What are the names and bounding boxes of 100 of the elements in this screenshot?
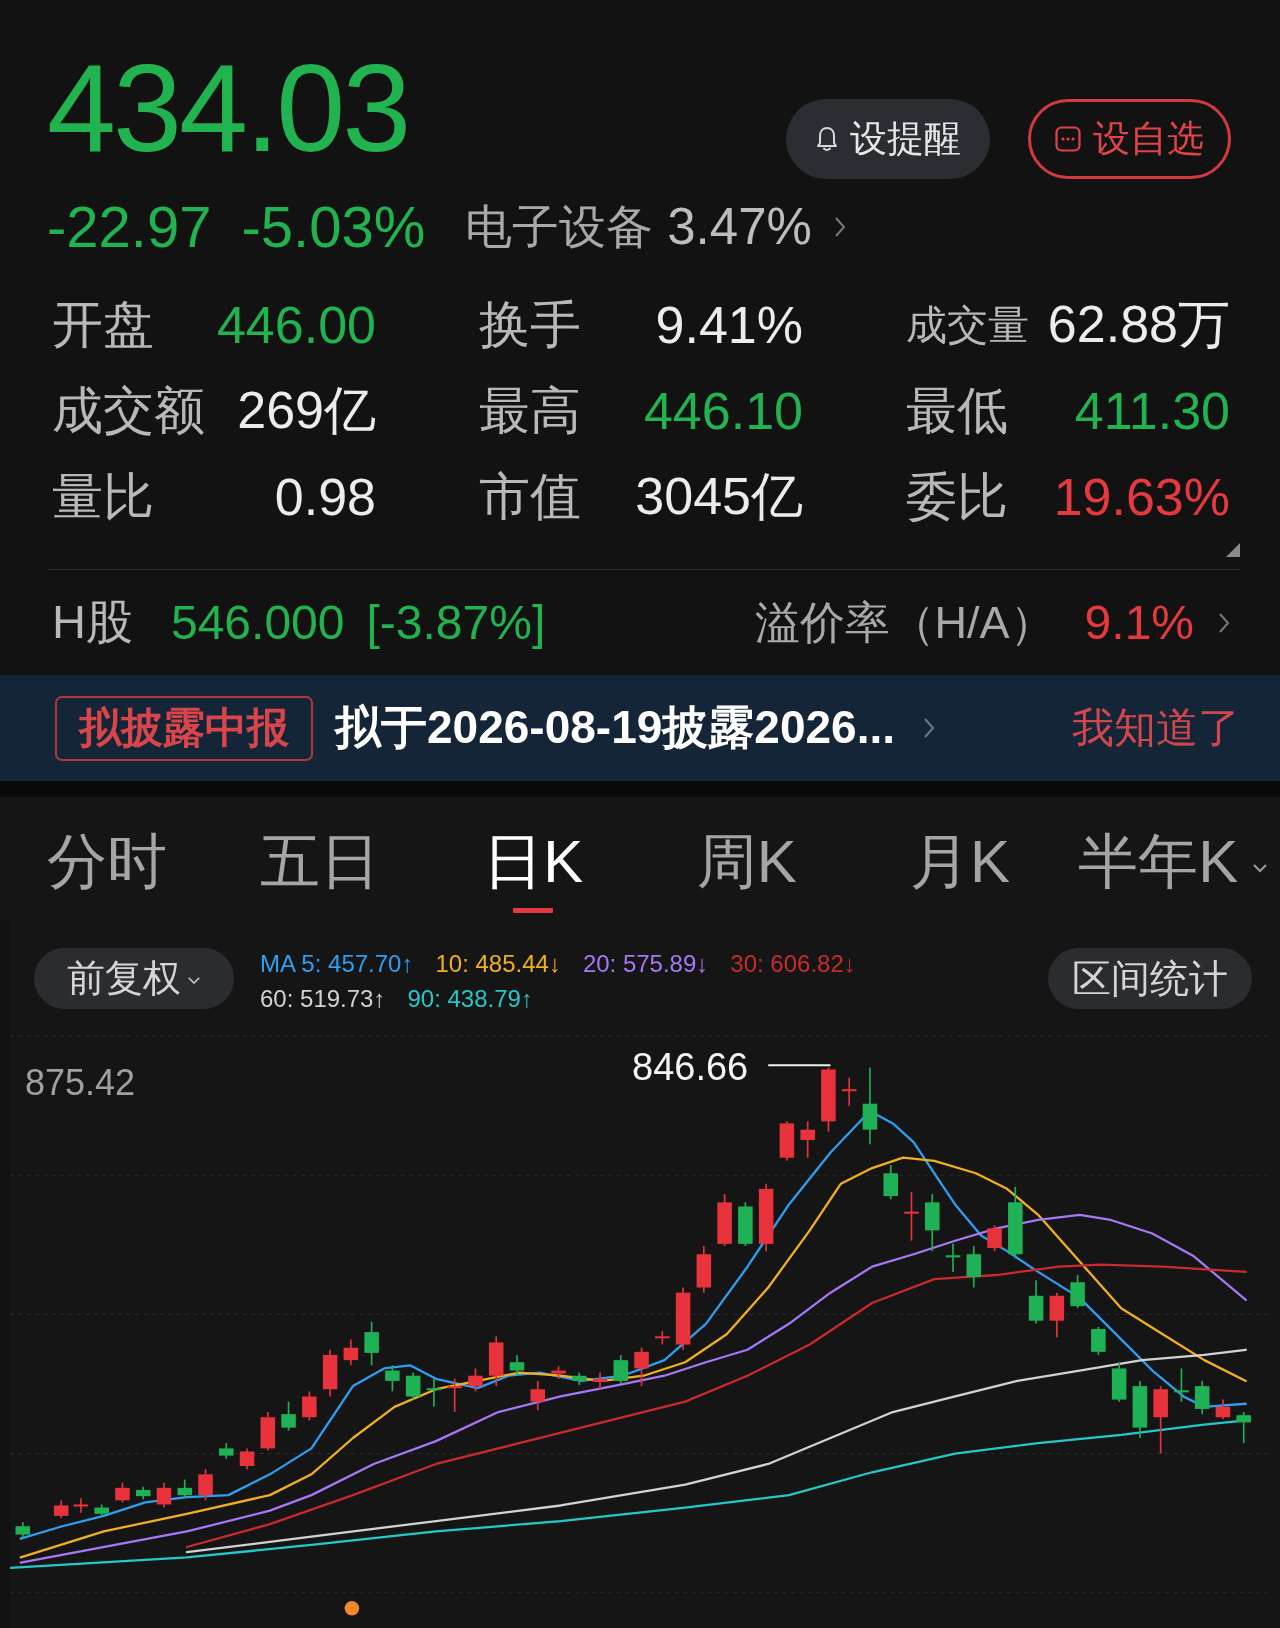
marker-dot-icon[interactable]	[344, 1601, 360, 1616]
candlestick	[239, 1447, 255, 1470]
candlestick	[73, 1497, 89, 1514]
stat-value: 19.63%	[1053, 467, 1230, 527]
candlestick	[1132, 1380, 1148, 1439]
candlestick	[322, 1348, 338, 1398]
candlestick	[738, 1201, 753, 1247]
notice-text[interactable]: 拟于2026-08-19披露2026...	[335, 697, 895, 759]
candlestick	[675, 1286, 691, 1351]
sector-name[interactable]: 电子设备	[465, 192, 654, 262]
stat-value: 446.10	[643, 381, 803, 441]
period-tab[interactable]: 分时	[0, 797, 214, 919]
candlestick	[572, 1371, 587, 1386]
adjustment-dropdown[interactable]: 前复权	[34, 948, 234, 1009]
candlestick	[1028, 1279, 1044, 1325]
period-tab[interactable]: 半年K	[1066, 797, 1280, 919]
candlestick	[468, 1367, 483, 1393]
chevron-right-icon[interactable]	[923, 717, 935, 739]
percent-change: -5.03%	[241, 193, 426, 261]
stat-value: 0.98	[274, 467, 376, 527]
high-price-label: 846.66	[632, 1045, 749, 1089]
stat-value: 269亿	[237, 380, 376, 441]
candlestick	[966, 1245, 982, 1289]
candlestick	[1153, 1385, 1168, 1455]
candlestick	[426, 1378, 442, 1408]
h-share-label: H股	[52, 594, 133, 650]
stat-label: 市值	[479, 466, 581, 527]
candlestick	[841, 1076, 857, 1107]
candlestick	[1215, 1398, 1231, 1421]
range-stats-button[interactable]: 区间统计	[1048, 948, 1252, 1009]
candlestick	[904, 1191, 919, 1242]
candlestick	[198, 1468, 213, 1502]
last-price: 434.03	[47, 42, 409, 174]
candlestick	[260, 1411, 276, 1452]
candlestick	[94, 1503, 109, 1518]
stat-value: 411.30	[1074, 381, 1230, 441]
candlestick	[156, 1481, 172, 1509]
candlestick	[53, 1499, 69, 1519]
candlestick	[1174, 1367, 1189, 1403]
period-tab[interactable]: 周K	[640, 797, 854, 919]
candlestick	[1070, 1274, 1085, 1310]
candlestick	[385, 1364, 400, 1393]
price-change: -22.97	[47, 193, 212, 261]
period-tab[interactable]: 日K	[426, 797, 640, 919]
moving-average-value: 10: 485.44↓	[435, 949, 561, 978]
add-to-watchlist-button[interactable]: 设自选	[1028, 99, 1231, 179]
candlestick	[779, 1120, 795, 1162]
stat-value: 446.00	[216, 295, 376, 355]
candlestick	[696, 1245, 712, 1294]
candlestick	[613, 1354, 629, 1385]
notice-tag: 拟披露中报	[55, 695, 313, 761]
candlestick	[925, 1193, 940, 1252]
candlestick	[1194, 1380, 1210, 1415]
stat-label: 成交额	[52, 380, 205, 441]
candlestick	[15, 1521, 31, 1539]
candlestick	[758, 1182, 774, 1252]
period-tab[interactable]: 五日	[213, 797, 427, 919]
candlestick	[115, 1481, 130, 1504]
candlestick	[447, 1378, 462, 1413]
chevron-right-icon[interactable]	[833, 216, 846, 238]
selected-tab-indicator	[513, 908, 554, 913]
stat-label: 成交量	[906, 300, 1029, 350]
price-axis-label: 875.42	[25, 1061, 136, 1105]
moving-average-value: 90: 438.79↑	[407, 984, 533, 1013]
stat-label: 委比	[906, 466, 1008, 527]
candlestick	[821, 1066, 836, 1133]
stat-value: 62.88万	[1047, 294, 1230, 355]
stat-value: 9.41%	[655, 295, 803, 355]
candlestick	[1091, 1326, 1106, 1356]
candlestick	[883, 1164, 898, 1201]
candlestick	[1111, 1361, 1127, 1403]
stat-label: 最低	[906, 380, 1008, 441]
candlestick	[655, 1330, 670, 1346]
set-alert-button[interactable]: 设提醒	[786, 99, 990, 179]
candlestick	[135, 1486, 151, 1501]
candlestick	[488, 1335, 504, 1387]
moving-average-value: 30: 606.82↓	[730, 949, 856, 978]
candlestick	[281, 1400, 296, 1432]
candlestick	[364, 1320, 379, 1367]
stat-label: 开盘	[52, 294, 154, 355]
chevron-right-icon[interactable]	[1218, 611, 1230, 634]
stat-value: 3045亿	[635, 466, 803, 527]
h-share-price: 546.000	[170, 595, 345, 650]
period-tab[interactable]: 月K	[853, 797, 1067, 919]
moving-average-value: 60: 519.73↑	[260, 984, 386, 1013]
sector-change: 3.47%	[667, 197, 812, 257]
bell-icon	[815, 126, 838, 152]
candlestick	[302, 1390, 317, 1422]
price-leader-line	[768, 1064, 831, 1067]
moving-average-value: 20: 575.89↓	[582, 949, 709, 978]
stat-label: 最高	[479, 380, 581, 441]
dots-square-icon	[1055, 126, 1081, 152]
candlestick	[1049, 1291, 1065, 1339]
triangle-icon[interactable]	[1226, 543, 1240, 557]
caret-icon	[1252, 863, 1269, 873]
candlestick	[945, 1243, 961, 1273]
candlestick	[800, 1120, 815, 1159]
candlestick	[509, 1354, 525, 1377]
stat-label: 量比	[52, 466, 154, 527]
candlestick	[551, 1365, 566, 1380]
